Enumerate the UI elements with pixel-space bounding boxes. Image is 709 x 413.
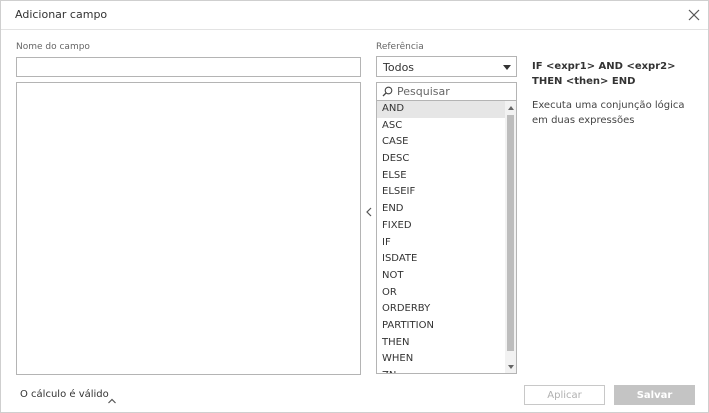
chevron-down-icon xyxy=(503,65,511,70)
field-name-label: Nome do campo xyxy=(16,42,90,52)
dialog-titlebar: Adicionar campo xyxy=(1,1,708,30)
reference-category-select[interactable]: Todos xyxy=(376,56,517,77)
scroll-thumb[interactable] xyxy=(507,115,514,351)
function-item-else[interactable]: ELSE xyxy=(377,168,507,185)
function-item-desc[interactable]: DESC xyxy=(377,151,507,168)
reference-label: Referência xyxy=(376,42,424,52)
function-item-fixed[interactable]: FIXED xyxy=(377,218,507,235)
function-item-partition[interactable]: PARTITION xyxy=(377,318,507,335)
function-list-scrollbar[interactable] xyxy=(505,101,516,373)
collapse-reference-button[interactable] xyxy=(364,203,374,217)
apply-button[interactable]: Aplicar xyxy=(524,385,605,405)
function-description: Executa uma conjunção lógica em duas exp… xyxy=(532,100,685,126)
scroll-down-icon[interactable] xyxy=(508,365,514,369)
field-name-input[interactable] xyxy=(16,57,361,77)
status-toggle-button[interactable] xyxy=(107,390,117,404)
function-item-asc[interactable]: ASC xyxy=(377,118,507,135)
function-item-if[interactable]: IF xyxy=(377,235,507,252)
function-syntax: IF <expr1> AND <expr2> THEN <then> END xyxy=(532,61,676,87)
close-icon xyxy=(688,9,700,21)
calculation-status[interactable]: O cálculo é válido xyxy=(20,389,109,400)
function-search-input[interactable] xyxy=(397,84,512,99)
function-item-or[interactable]: OR xyxy=(377,285,507,302)
function-item-orderby[interactable]: ORDERBY xyxy=(377,301,507,318)
scroll-up-icon[interactable] xyxy=(508,106,514,110)
chevron-left-icon xyxy=(366,207,372,217)
function-item-isdate[interactable]: ISDATE xyxy=(377,251,507,268)
function-item-when[interactable]: WHEN xyxy=(377,351,507,368)
function-list: AND ASC CASE DESC ELSE ELSEIF END FIXED IF ISDATE… xyxy=(376,101,517,374)
function-item-and[interactable]: AND xyxy=(377,101,507,118)
function-item-end[interactable]: END xyxy=(377,201,507,218)
save-button[interactable]: Salvar xyxy=(614,385,695,405)
chevron-up-icon xyxy=(108,398,116,404)
close-button[interactable] xyxy=(687,7,701,21)
function-item-not[interactable]: NOT xyxy=(377,268,507,285)
function-items: AND ASC CASE DESC ELSE ELSEIF END FIXED IF ISDATE… xyxy=(377,101,516,373)
function-item-then[interactable]: THEN xyxy=(377,335,507,352)
function-search-box xyxy=(376,82,517,101)
function-item-case[interactable]: CASE xyxy=(377,134,507,151)
add-field-dialog: Adicionar campo Nome do campo Referência… xyxy=(0,0,709,413)
search-icon xyxy=(382,86,393,97)
function-item-elseif[interactable]: ELSEIF xyxy=(377,184,507,201)
reference-category-value: Todos xyxy=(383,61,415,74)
function-item-zn[interactable]: ZN xyxy=(377,368,507,373)
formula-editor[interactable] xyxy=(16,82,361,375)
dialog-title: Adicionar campo xyxy=(15,8,108,21)
